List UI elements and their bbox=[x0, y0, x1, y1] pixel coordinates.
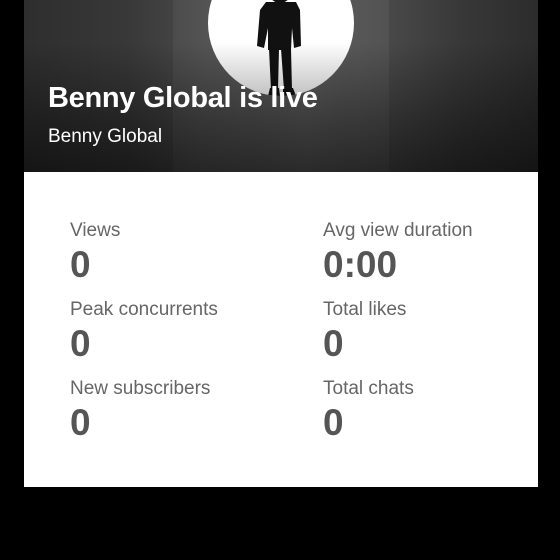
stat-new-subscribers: New subscribers 0 bbox=[70, 378, 290, 443]
stat-label-new-subscribers: New subscribers bbox=[70, 378, 211, 399]
stat-value-avg-view-duration: 0:00 bbox=[323, 244, 398, 285]
live-stream-summary-card: Benny Global is live Benny Global Views … bbox=[24, 0, 538, 487]
stat-label-views: Views bbox=[70, 220, 121, 241]
stat-label-avg-view-duration: Avg view duration bbox=[323, 220, 473, 241]
stream-thumbnail-header: Benny Global is live Benny Global bbox=[24, 0, 538, 172]
stat-value-total-likes: 0 bbox=[323, 323, 344, 364]
stat-peak-concurrents: Peak concurrents 0 bbox=[70, 299, 290, 364]
stat-total-likes: Total likes 0 bbox=[323, 299, 538, 364]
stat-value-views: 0 bbox=[70, 244, 91, 285]
stat-value-total-chats: 0 bbox=[323, 402, 344, 443]
stat-avg-view-duration: Avg view duration 0:00 bbox=[323, 220, 538, 285]
stream-title: Benny Global is live bbox=[48, 82, 318, 114]
channel-name: Benny Global bbox=[48, 126, 163, 147]
screen: Benny Global is live Benny Global Views … bbox=[0, 0, 560, 560]
stat-views: Views 0 bbox=[70, 220, 290, 285]
stat-label-peak-concurrents: Peak concurrents bbox=[70, 299, 218, 320]
stat-total-chats: Total chats 0 bbox=[323, 378, 538, 443]
stat-value-peak-concurrents: 0 bbox=[70, 323, 91, 364]
stat-label-total-chats: Total chats bbox=[323, 378, 414, 399]
stat-label-total-likes: Total likes bbox=[323, 299, 407, 320]
stat-value-new-subscribers: 0 bbox=[70, 402, 91, 443]
